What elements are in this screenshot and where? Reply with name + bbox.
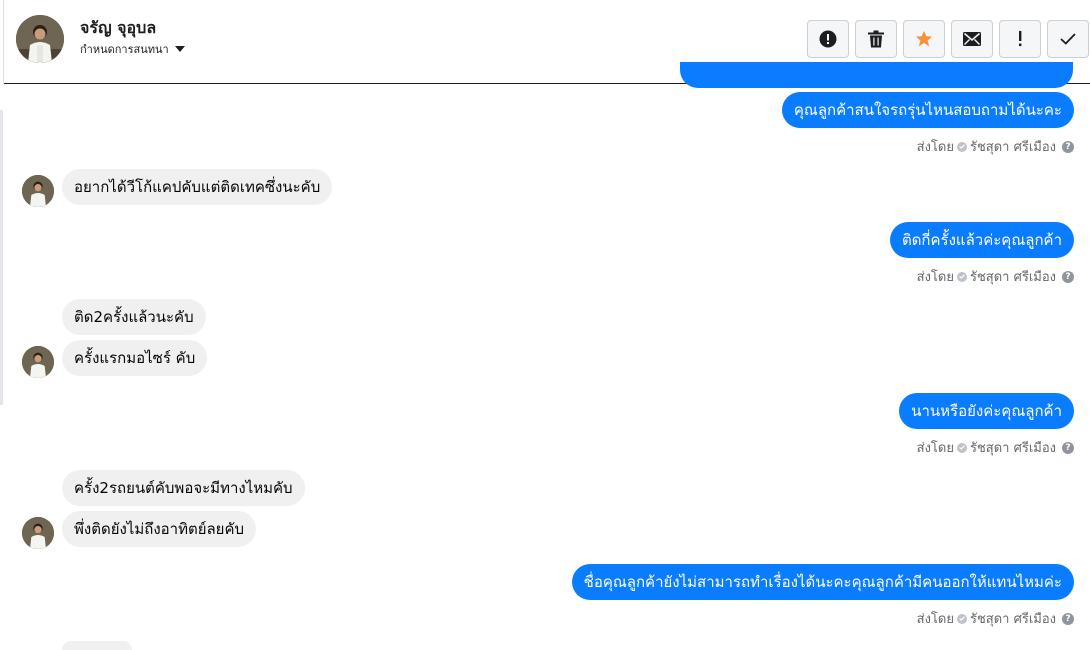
sent-by-prefix: ส่งโดย — [916, 441, 954, 456]
done-button[interactable] — [1047, 20, 1089, 58]
conversation-label-text: กำหนดการสนทนา — [80, 43, 169, 56]
check-circle-icon — [956, 442, 967, 453]
check-circle-icon — [956, 141, 967, 152]
mark-unread-button[interactable] — [951, 20, 993, 58]
message-bubble-outgoing-partial — [680, 62, 1073, 88]
report-button[interactable] — [807, 20, 849, 58]
avatar[interactable] — [22, 175, 54, 207]
message-meta: ส่งโดย รัชสุดา ศรีเมือง ? — [917, 136, 1074, 157]
contact-name: จรัญ จุอุบล — [80, 18, 157, 37]
star-button[interactable] — [903, 20, 945, 58]
sent-by-prefix: ส่งโดย — [916, 140, 954, 155]
sent-by-prefix: ส่งโดย — [916, 270, 954, 285]
help-icon[interactable]: ? — [1062, 270, 1074, 283]
check-circle-icon — [956, 271, 967, 282]
message-bubble-outgoing[interactable]: ชื่อคุณลูกค้ายังไม่สามารถทำเรื่องได้นะคะ… — [571, 564, 1074, 600]
conversation-label-dropdown[interactable]: กำหนดการสนทนา — [80, 40, 185, 58]
avatar[interactable] — [22, 517, 54, 549]
sender-name[interactable]: รัชสุดา ศรีเมือง — [970, 136, 1056, 157]
check-icon — [1060, 33, 1076, 45]
trash-icon — [868, 30, 884, 48]
panel-edge — [0, 0, 4, 84]
message-bubble-incoming[interactable]: ครั้ง2รถยนต์คับพอจะมีทางไหมคับ — [62, 470, 305, 506]
message-bubble-incoming[interactable]: ติด2ครั้งแล้วนะคับ — [62, 299, 206, 335]
sender-name[interactable]: รัชสุดา ศรีเมือง — [970, 437, 1056, 458]
delete-button[interactable] — [855, 20, 897, 58]
caret-down-icon — [174, 46, 185, 52]
avatar[interactable] — [22, 346, 54, 378]
scrollbar[interactable] — [0, 110, 3, 405]
header-toolbar — [807, 20, 1089, 58]
report-icon — [819, 30, 837, 48]
help-icon[interactable]: ? — [1062, 441, 1074, 454]
help-icon[interactable]: ? — [1062, 140, 1074, 153]
message-bubble-outgoing[interactable]: นานหรือยังค่ะคุณลูกค้า — [899, 393, 1074, 429]
message-bubble-incoming[interactable]: พึ่งติดยังไม่ถึงอาทิตย์ลยคับ — [62, 511, 257, 547]
star-icon — [915, 30, 933, 47]
spam-button[interactable] — [999, 20, 1041, 58]
sent-by-prefix: ส่งโดย — [916, 612, 954, 627]
message-meta: ส่งโดย รัชสุดา ศรีเมือง ? — [917, 437, 1074, 458]
sender-name[interactable]: รัชสุดา ศรีเมือง — [970, 608, 1056, 629]
message-bubble-outgoing[interactable]: ติดกี่ครั้งแล้วค่ะคุณลูกค้า — [889, 222, 1074, 258]
message-bubble-incoming-partial — [62, 641, 132, 650]
message-bubble-outgoing[interactable]: คุณลูกค้าสนใจรถรุ่นไหนสอบถามได้นะคะ — [781, 92, 1074, 128]
contact-avatar[interactable] — [16, 15, 64, 63]
message-meta: ส่งโดย รัชสุดา ศรีเมือง ? — [917, 608, 1074, 629]
mail-icon — [963, 32, 981, 46]
message-meta: ส่งโดย รัชสุดา ศรีเมือง ? — [917, 266, 1074, 287]
message-bubble-incoming[interactable]: ครั้งแรกมอไซร์ คับ — [62, 340, 208, 376]
message-bubble-incoming[interactable]: อยากได้วีโก้แคปคับแต่ติดเทคซึ่งนะคับ — [62, 169, 333, 205]
help-icon[interactable]: ? — [1062, 612, 1074, 625]
exclamation-icon — [1019, 31, 1022, 47]
check-circle-icon — [956, 613, 967, 624]
sender-name[interactable]: รัชสุดา ศรีเมือง — [970, 266, 1056, 287]
